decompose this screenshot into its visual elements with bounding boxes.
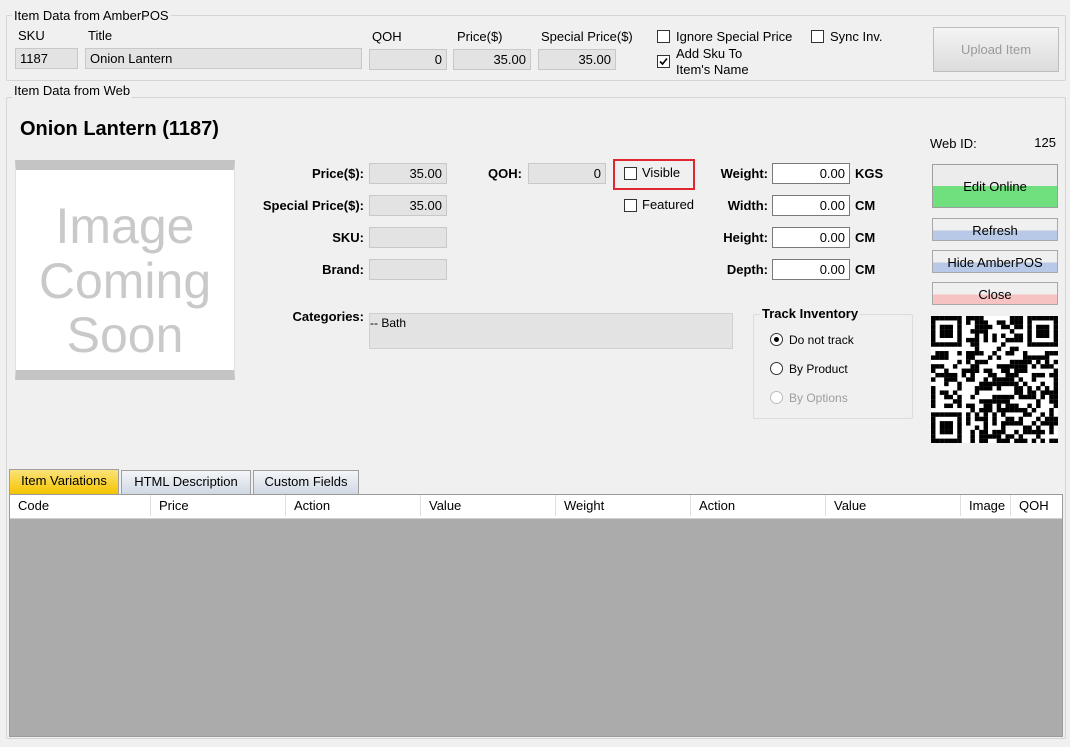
qr-code-icon <box>931 316 1058 443</box>
col-header-image[interactable]: Image <box>961 495 1011 516</box>
weight-field[interactable]: 0.00 <box>772 163 850 184</box>
hide-amberpos-label: Hide AmberPOS <box>947 255 1043 270</box>
depth-field[interactable]: 0.00 <box>772 259 850 280</box>
amberpos-sku-label: SKU <box>18 28 45 43</box>
grid-header-row: Code Price Action Value Weight Action Va… <box>10 495 1062 519</box>
col-header-action[interactable]: Action <box>286 495 421 516</box>
ignore-special-price-label[interactable]: Ignore Special Price <box>676 29 792 44</box>
col-header-action-2[interactable]: Action <box>691 495 826 516</box>
featured-label[interactable]: Featured <box>642 197 694 212</box>
close-button[interactable]: Close <box>932 282 1058 305</box>
tab-html-description[interactable]: HTML Description <box>121 470 251 494</box>
close-label: Close <box>978 287 1012 302</box>
amberpos-sku-field[interactable]: 1187 <box>15 48 78 69</box>
tab-item-variations-label: Item Variations <box>21 473 107 488</box>
variations-grid[interactable]: Code Price Action Value Weight Action Va… <box>9 494 1063 737</box>
add-sku-label-line2[interactable]: Item's Name <box>676 62 749 77</box>
col-header-value-2[interactable]: Value <box>826 495 961 516</box>
amberpos-special-price-label: Special Price($) <box>541 29 633 44</box>
col-header-price[interactable]: Price <box>151 495 286 516</box>
refresh-label: Refresh <box>972 223 1018 238</box>
web-id-value: 125 <box>1034 135 1056 150</box>
web-brand-label: Brand: <box>322 262 364 277</box>
tab-custom-fields-label: Custom Fields <box>264 474 348 489</box>
sync-inv-label[interactable]: Sync Inv. <box>830 29 883 44</box>
col-header-code[interactable]: Code <box>10 495 151 516</box>
category-item[interactable]: -- Bath <box>370 316 406 330</box>
featured-checkbox[interactable] <box>624 199 637 212</box>
amberpos-price-label: Price($) <box>457 29 503 44</box>
web-brand-field[interactable] <box>369 259 447 280</box>
visible-checkbox[interactable] <box>624 167 637 180</box>
tab-html-description-label: HTML Description <box>134 474 238 489</box>
image-placeholder-line3: Soon <box>66 307 184 363</box>
edit-online-label: Edit Online <box>963 179 1027 194</box>
track-do-not-track-radio[interactable] <box>770 333 783 346</box>
weight-unit: KGS <box>855 166 884 181</box>
sync-inv-checkbox[interactable] <box>811 30 824 43</box>
weight-label: Weight: <box>720 166 768 181</box>
amberpos-title-label: Title <box>88 28 113 43</box>
width-unit: CM <box>855 198 876 213</box>
ignore-special-price-checkbox[interactable] <box>657 30 670 43</box>
web-sku-field[interactable] <box>369 227 447 248</box>
web-price-field[interactable]: 35.00 <box>369 163 447 184</box>
depth-label: Depth: <box>726 262 768 277</box>
amberpos-legend: Item Data from AmberPOS <box>12 8 171 23</box>
track-by-product-label[interactable]: By Product <box>789 362 848 376</box>
amberpos-title-field[interactable]: Onion Lantern <box>85 48 362 69</box>
refresh-button[interactable]: Refresh <box>932 218 1058 241</box>
categories-label: Categories: <box>292 309 364 324</box>
image-placeholder-line2: Coming <box>38 253 212 309</box>
hide-amberpos-button[interactable]: Hide AmberPOS <box>932 250 1058 273</box>
height-field[interactable]: 0.00 <box>772 227 850 248</box>
add-sku-checkbox[interactable] <box>657 55 670 68</box>
web-price-label: Price($): <box>311 166 364 181</box>
image-placeholder-line1: Image <box>55 198 195 254</box>
width-field[interactable]: 0.00 <box>772 195 850 216</box>
item-heading: Onion Lantern (1187) <box>20 118 219 140</box>
col-header-value[interactable]: Value <box>421 495 556 516</box>
web-special-price-label: Special Price($): <box>262 198 364 213</box>
web-qoh-label: QOH: <box>488 166 522 181</box>
web-legend: Item Data from Web <box>12 83 133 98</box>
tab-custom-fields[interactable]: Custom Fields <box>253 470 359 494</box>
web-sku-label: SKU: <box>332 230 364 245</box>
upload-item-button[interactable]: Upload Item <box>933 27 1059 72</box>
amberpos-qoh-field[interactable]: 0 <box>369 49 447 70</box>
depth-unit: CM <box>855 262 876 277</box>
track-inventory-legend: Track Inventory <box>760 306 861 321</box>
checkmark-icon <box>659 57 668 66</box>
visible-label[interactable]: Visible <box>642 165 680 180</box>
col-header-qoh[interactable]: QOH <box>1011 495 1062 516</box>
web-special-price-field[interactable]: 35.00 <box>369 195 447 216</box>
web-id-label: Web ID: <box>930 136 977 151</box>
add-sku-label-line1[interactable]: Add Sku To <box>676 46 742 61</box>
height-label: Height: <box>723 230 768 245</box>
amberpos-price-field[interactable]: 35.00 <box>453 49 531 70</box>
amberpos-qoh-label: QOH <box>372 29 402 44</box>
edit-online-button[interactable]: Edit Online <box>932 164 1058 208</box>
width-label: Width: <box>727 198 768 213</box>
col-header-weight[interactable]: Weight <box>556 495 691 516</box>
categories-box[interactable]: -- Bath <box>369 313 733 349</box>
height-unit: CM <box>855 230 876 245</box>
track-by-product-radio[interactable] <box>770 362 783 375</box>
track-do-not-track-label[interactable]: Do not track <box>789 333 854 347</box>
upload-item-label: Upload Item <box>960 42 1032 57</box>
tab-item-variations[interactable]: Item Variations <box>9 469 119 494</box>
web-qoh-field[interactable]: 0 <box>528 163 606 184</box>
track-by-options-radio[interactable] <box>770 391 783 404</box>
amberpos-special-price-field[interactable]: 35.00 <box>538 49 616 70</box>
product-image-placeholder: Image Coming Soon <box>15 160 235 380</box>
track-by-options-label[interactable]: By Options <box>789 391 848 405</box>
